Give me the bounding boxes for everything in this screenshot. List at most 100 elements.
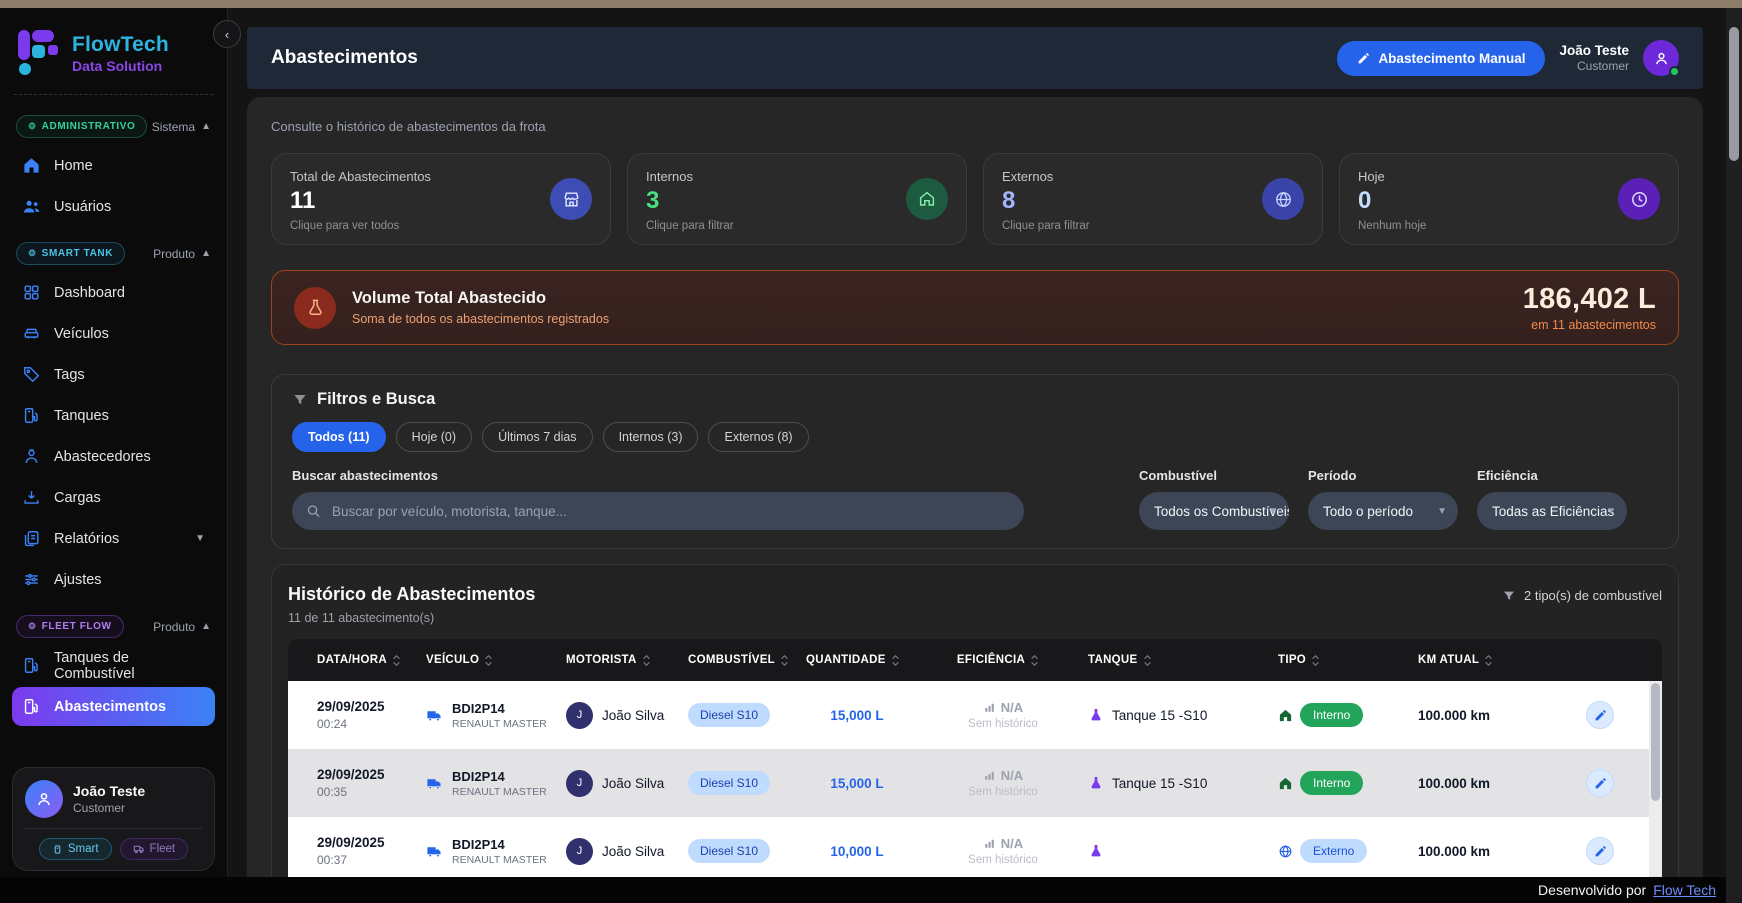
stat-card-total[interactable]: Total de Abastecimentos 11 Clique para v… [271, 153, 611, 245]
driver-avatar: J [566, 770, 593, 797]
stat-hint: Clique para filtrar [646, 220, 948, 232]
driver-name: João Silva [602, 708, 664, 723]
column-header-km-atual[interactable]: KM ATUAL [1408, 654, 1538, 667]
bar-chart-icon [983, 701, 996, 714]
chip-ultimos-7-dias[interactable]: Últimos 7 dias [482, 422, 593, 452]
page-scrollbar-thumb[interactable] [1729, 27, 1739, 161]
chip-externos[interactable]: Externos (8) [708, 422, 808, 452]
flask-icon [1088, 775, 1104, 791]
sidebar-item-tanques[interactable]: Tanques [12, 396, 215, 435]
row-time: 00:24 [317, 717, 416, 731]
stat-label: Hoje [1358, 169, 1660, 184]
driver-name: João Silva [602, 844, 664, 859]
quantity: 15,000 L [830, 776, 883, 791]
row-time: 00:35 [317, 785, 416, 799]
sidebar-item-tags[interactable]: Tags [12, 355, 215, 394]
search-input[interactable] [292, 492, 1024, 530]
globe-icon [1278, 844, 1293, 859]
column-header-tipo[interactable]: TIPO [1268, 654, 1408, 667]
sidebar-collapse-button[interactable]: ‹ [213, 20, 241, 48]
km-value: 100.000 km [1418, 844, 1490, 859]
flask-icon [294, 287, 336, 329]
edit-button[interactable] [1586, 769, 1614, 797]
sidebar-section-smart-tank[interactable]: ⚙SMART TANK Produto▲ [16, 242, 211, 265]
sidebar-item-tanques-combustivel[interactable]: Tanques de Combustível [12, 646, 215, 685]
column-header-tanque[interactable]: TANQUE [1078, 654, 1268, 667]
column-header-quantidade[interactable]: QUANTIDADE [796, 654, 918, 667]
sidebar-item-label: Abastecedores [54, 449, 151, 465]
volume-title: Volume Total Abastecido [352, 289, 609, 308]
flow-tech-link[interactable]: Flow Tech [1653, 882, 1716, 898]
sidebar-item-veiculos[interactable]: Veículos [12, 314, 215, 353]
vehicle-plate: BDI2P14 [452, 769, 547, 784]
history-title: Histórico de Abastecimentos [288, 584, 535, 605]
fuel-pump-icon [22, 406, 41, 425]
selected-value: Todas as Eficiências [1492, 504, 1614, 519]
sort-icon [392, 654, 401, 667]
sidebar-item-usuarios[interactable]: Usuários [12, 187, 215, 226]
stat-hint: Clique para filtrar [1002, 220, 1304, 232]
fleet-product-button[interactable]: Fleet [120, 838, 189, 860]
column-header-combustivel[interactable]: COMBUSTÍVEL [678, 654, 796, 667]
fleet-label: Fleet [150, 843, 176, 855]
sidebar-section-fleet-flow[interactable]: ⚙FLEET FLOW Produto▲ [16, 615, 211, 638]
row-date: 29/09/2025 [317, 835, 416, 850]
column-header-motorista[interactable]: MOTORISTA [556, 654, 678, 667]
table-row[interactable]: 29/09/202500:35 BDI2P14RENAULT MASTER JJ… [288, 749, 1662, 817]
chip-todos[interactable]: Todos (11) [292, 422, 386, 452]
abastecimento-manual-button[interactable]: Abastecimento Manual [1337, 41, 1545, 76]
table-scrollbar-thumb[interactable] [1651, 683, 1660, 801]
table-scrollbar[interactable]: ▼ [1649, 681, 1662, 877]
type-badge: Externo [1300, 839, 1367, 863]
stat-card-externos[interactable]: Externos 8 Clique para filtrar [983, 153, 1323, 245]
eficiencia-select[interactable]: Todas as Eficiências ▼ [1477, 492, 1627, 530]
home-icon [1278, 776, 1293, 791]
download-icon [22, 488, 41, 507]
sidebar-item-abastecedores[interactable]: Abastecedores [12, 437, 215, 476]
vehicle-model: RENAULT MASTER [452, 786, 547, 798]
column-header-veiculo[interactable]: VEÍCULO [416, 654, 556, 667]
vehicle-model: RENAULT MASTER [452, 854, 547, 866]
stat-card-internos[interactable]: Internos 3 Clique para filtrar [627, 153, 967, 245]
sidebar-user-card[interactable]: João Teste Customer Smart Fleet [12, 767, 215, 871]
chip-internos[interactable]: Internos (3) [603, 422, 699, 452]
volume-note: em 11 abastecimentos [1523, 318, 1656, 332]
user-name: João Teste [73, 783, 145, 799]
sidebar-item-dashboard[interactable]: Dashboard [12, 273, 215, 312]
sidebar-item-cargas[interactable]: Cargas [12, 478, 215, 517]
window-top-edge [0, 0, 1742, 8]
sidebar-item-label: Dashboard [54, 285, 125, 301]
stat-card-hoje[interactable]: Hoje 0 Nenhum hoje [1339, 153, 1679, 245]
page-scrollbar[interactable] [1726, 0, 1742, 903]
sidebar-section-administrativo[interactable]: ⚙ADMINISTRATIVO Sistema▲ [16, 115, 211, 138]
fuel-badge: Diesel S10 [688, 839, 770, 863]
column-header-eficiencia[interactable]: EFICIÊNCIA [918, 654, 1078, 667]
chip-hoje[interactable]: Hoje (0) [396, 422, 472, 452]
sidebar-item-abastecimentos[interactable]: Abastecimentos [12, 687, 215, 726]
smart-product-button[interactable]: Smart [39, 838, 112, 860]
combustivel-select[interactable]: Todos os Combustíveis ▼ [1139, 492, 1289, 530]
periodo-select[interactable]: Todo o período ▼ [1308, 492, 1458, 530]
sidebar-item-home[interactable]: Home [12, 146, 215, 185]
table-row[interactable]: 29/09/202500:37 BDI2P14RENAULT MASTER JJ… [288, 817, 1662, 877]
sidebar-item-ajustes[interactable]: Ajustes [12, 560, 215, 599]
filter-chips: Todos (11) Hoje (0) Últimos 7 dias Inter… [292, 422, 1658, 452]
edit-button[interactable] [1586, 837, 1614, 865]
fuel-badge: Diesel S10 [688, 703, 770, 727]
online-status-dot [1669, 66, 1680, 77]
car-icon [22, 324, 41, 343]
edit-button[interactable] [1586, 701, 1614, 729]
efficiency-note: Sem histórico [928, 854, 1078, 866]
sidebar-item-relatorios[interactable]: Relatórios ▼ [12, 519, 215, 558]
filters-card: Filtros e Busca Todos (11) Hoje (0) Últi… [271, 374, 1679, 549]
brand-subtitle: Data Solution [72, 58, 169, 74]
pencil-icon [1594, 777, 1607, 790]
badge-label: FLEET FLOW [42, 621, 112, 632]
page-title: Abastecimentos [271, 47, 418, 69]
dashboard-icon [22, 283, 41, 302]
header-avatar[interactable] [1643, 40, 1679, 76]
column-header-data-hora[interactable]: DATA/HORA [288, 654, 416, 667]
efficiency-value: N/A [1001, 768, 1023, 783]
combustivel-label: Combustível [1139, 468, 1289, 483]
table-row[interactable]: 29/09/202500:24 BDI2P14RENAULT MASTER JJ… [288, 681, 1662, 749]
